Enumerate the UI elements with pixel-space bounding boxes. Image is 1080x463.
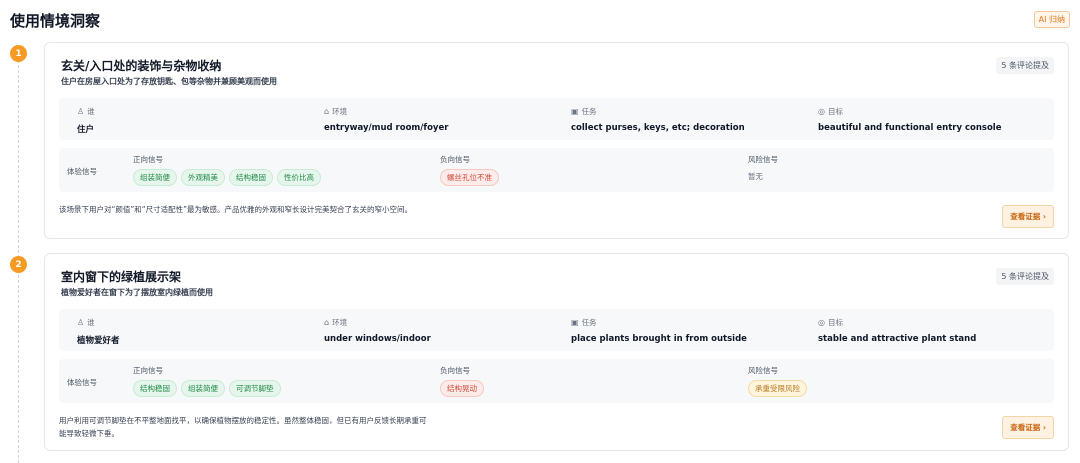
context-attributes: ♙ 谁 住户 ⌂ 环境 entryway/mud room/foyer ▣ 任务 co… (59, 98, 1054, 140)
target-icon: ◎ (818, 107, 825, 116)
page-title: 使用情境洞察 (10, 12, 101, 30)
negative-label: 负向信号 (440, 155, 470, 164)
attr-goal-label: 目标 (827, 107, 843, 116)
view-evidence-button[interactable]: 查看证据 › (1002, 205, 1054, 228)
risk-signals: 风险信号 承重受限风险 (748, 365, 807, 397)
attr-where-value: under windows/indoor (324, 334, 431, 344)
positive-chip: 可调节脚垫 (229, 380, 281, 397)
risk-chip: 承重受限风险 (748, 380, 807, 397)
positive-signals: 正向信号 结构稳固 组装简便 可调节脚垫 (133, 365, 281, 397)
attr-where: ⌂ 环境 entryway/mud room/foyer (324, 106, 448, 133)
scenario-title: 室内窗下的绿植展示架 (61, 270, 182, 284)
positive-chip: 结构稳固 (133, 380, 177, 397)
attr-goal-value: beautiful and functional entry console (818, 123, 1002, 133)
risk-signals: 风险信号 暂无 (748, 154, 778, 182)
user-icon: ♙ (77, 318, 85, 327)
mention-count-badge: 5 条评论提及 (996, 57, 1054, 74)
negative-signals: 负向信号 螺丝孔位不准 (440, 154, 499, 186)
positive-label: 正向信号 (133, 155, 163, 164)
attr-task-value: collect purses, keys, etc; decoration (571, 123, 745, 133)
signals-title: 体验信号 (67, 167, 97, 176)
scenario-title: 玄关/入口处的装饰与杂物收纳 (61, 59, 222, 73)
attr-task: ▣ 任务 place plants brought in from outside (571, 317, 747, 344)
negative-label: 负向信号 (440, 366, 470, 375)
user-icon: ♙ (77, 107, 85, 116)
positive-chip: 性价比高 (277, 169, 321, 186)
positive-label: 正向信号 (133, 366, 163, 375)
negative-signals: 负向信号 结构晃动 (440, 365, 484, 397)
attr-who-value: 住户 (77, 125, 95, 135)
positive-signals: 正向信号 组装简便 外观精美 结构稳固 性价比高 (133, 154, 321, 186)
attr-who-label: 谁 (87, 107, 95, 116)
signals-title: 体验信号 (67, 378, 97, 387)
positive-chip: 结构稳固 (229, 169, 273, 186)
clipboard-icon: ▣ (571, 107, 579, 116)
attr-task-label: 任务 (581, 318, 597, 327)
attr-where-label: 环境 (332, 318, 348, 327)
scenario-subtitle: 植物爱好者在窗下为了摆放室内绿植而使用 (61, 288, 213, 297)
mention-count-badge: 5 条评论提及 (996, 268, 1054, 285)
risk-label: 风险信号 (748, 155, 778, 164)
positive-chip: 组装简便 (133, 169, 177, 186)
attr-where: ⌂ 环境 under windows/indoor (324, 317, 431, 344)
risk-label: 风险信号 (748, 366, 778, 375)
attr-task: ▣ 任务 collect purses, keys, etc; decoratio… (571, 106, 745, 133)
negative-chip: 结构晃动 (440, 380, 484, 397)
page-header: 使用情境洞察 AI 归纳 (10, 8, 1070, 30)
positive-chip: 组装简便 (181, 380, 225, 397)
scenario-summary: 用户利用可调节脚垫在不平整地面找平，以确保植物摆放的稳定性。虽然整体稳固，但已有… (59, 416, 427, 438)
home-icon: ⌂ (324, 318, 330, 327)
attr-goal: ◎ 目标 stable and attractive plant stand (818, 317, 976, 344)
risk-none-text: 暂无 (748, 172, 763, 181)
target-icon: ◎ (818, 318, 825, 327)
negative-chip: 螺丝孔位不准 (440, 169, 499, 186)
attr-where-value: entryway/mud room/foyer (324, 123, 449, 133)
attr-goal: ◎ 目标 beautiful and functional entry conso… (818, 106, 1001, 133)
attr-who: ♙ 谁 住户 (77, 106, 95, 135)
positive-chip: 外观精美 (181, 169, 225, 186)
attr-goal-label: 目标 (827, 318, 843, 327)
scenario-card: 室内窗下的绿植展示架 植物爱好者在窗下为了摆放室内绿植而使用 5 条评论提及 ♙… (44, 253, 1069, 451)
home-icon: ⌂ (324, 107, 330, 116)
attr-goal-value: stable and attractive plant stand (818, 334, 977, 344)
scenario-card: 玄关/入口处的装饰与杂物收纳 住户在房屋入口处为了存放钥匙、包等杂物并兼顾美观而… (44, 42, 1069, 239)
context-attributes: ♙ 谁 植物爱好者 ⌂ 环境 under windows/indoor ▣ 任务 pl… (59, 309, 1054, 351)
scenario-summary: 该场景下用户对“颜值”和“尺寸适配性”最为敏感。产品优雅的外观和窄长设计完美契合… (59, 205, 413, 214)
attr-who: ♙ 谁 植物爱好者 (77, 317, 120, 346)
attr-who-label: 谁 (87, 318, 95, 327)
attr-task-label: 任务 (581, 107, 597, 116)
attr-who-value: 植物爱好者 (77, 336, 120, 346)
view-evidence-button[interactable]: 查看证据 › (1002, 416, 1054, 439)
scenario-number-badge: 2 (10, 256, 27, 273)
attr-where-label: 环境 (332, 107, 348, 116)
ai-summary-badge: AI 归纳 (1033, 11, 1070, 28)
clipboard-icon: ▣ (571, 318, 579, 327)
experience-signals: 体验信号 正向信号 结构稳固 组装简便 可调节脚垫 负向信号 结构晃动 风险信号… (59, 359, 1054, 403)
experience-signals: 体验信号 正向信号 组装简便 外观精美 结构稳固 性价比高 负向信号 螺丝孔位不… (59, 148, 1054, 192)
attr-task-value: place plants brought in from outside (571, 334, 747, 344)
scenario-number-badge: 1 (10, 45, 27, 62)
scenario-subtitle: 住户在房屋入口处为了存放钥匙、包等杂物并兼顾美观而使用 (61, 77, 277, 86)
